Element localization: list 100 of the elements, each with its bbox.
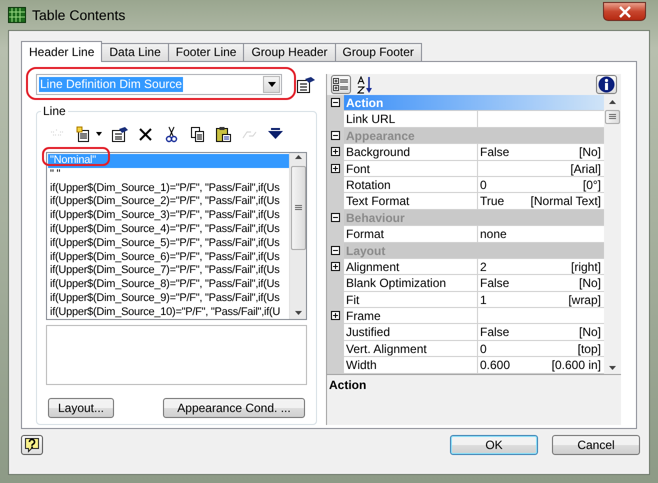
property-name: Text Format [346, 194, 410, 208]
tab[interactable]: Header Line [21, 41, 102, 62]
list-item[interactable]: if(Upper$(Dim_Source_7)="P/F", "Pass/Fail",if(Us [48, 264, 289, 278]
collapse-icon[interactable] [331, 246, 340, 255]
property-name: Format [346, 227, 384, 242]
scrollbar-thumb[interactable] [290, 166, 306, 250]
properties-icon[interactable] [111, 126, 128, 142]
property-display: [right] [570, 258, 601, 274]
scroll-down-icon[interactable] [608, 363, 617, 372]
property-name: Blank Optimization [346, 276, 446, 290]
property-row[interactable]: Justified False [No] [327, 324, 604, 341]
property-value[interactable]: False [480, 275, 510, 291]
annotation-outline [42, 147, 110, 166]
group-label: Line [41, 104, 68, 118]
tab[interactable]: Data Line [101, 43, 169, 61]
property-value[interactable]: 0 [480, 176, 487, 192]
list-item[interactable]: if(Upper$(Dim_Source_4)="P/F", "Pass/Fail",if(Us [48, 222, 289, 237]
property-row[interactable]: Alignment 2 [right] [327, 258, 604, 276]
dropdown-value: Line Definition Dim Source [39, 77, 184, 92]
paste-icon[interactable] [215, 126, 232, 142]
category-label: Appearance [346, 128, 415, 143]
cut-icon[interactable] [163, 126, 180, 142]
property-name: Fit [346, 292, 360, 307]
property-value[interactable]: False [480, 144, 510, 160]
collapse-icon[interactable] [331, 98, 340, 108]
tab[interactable]: Footer Line [168, 43, 244, 61]
expand-icon[interactable] [331, 262, 340, 272]
property-row[interactable]: Rotation 0 [0°] [327, 176, 604, 194]
copy-icon[interactable] [189, 126, 206, 142]
category-label: Behaviour [346, 210, 405, 225]
property-row[interactable]: Frame [327, 308, 604, 324]
list-item[interactable]: if(Upper$(Dim_Source_6)="P/F", "Pass/Fail",if(Us [48, 250, 289, 264]
property-value[interactable]: 1 [480, 292, 487, 308]
layout-button[interactable]: Layout... [48, 398, 114, 418]
window-title: Table Contents [32, 6, 126, 24]
appearance-condition-button[interactable]: Appearance Cond. ... [163, 398, 305, 418]
line-text-field[interactable] [46, 325, 307, 385]
property-name: Alignment [346, 260, 400, 274]
list-item[interactable]: if(Upper$(Dim_Source_3)="P/F", "Pass/Fail",if(Us [48, 209, 289, 223]
property-display: [0.600 in] [552, 357, 601, 373]
dropdown-caret-icon[interactable] [96, 132, 102, 136]
properties-icon[interactable] [296, 76, 316, 94]
expand-icon[interactable] [331, 311, 340, 320]
property-row[interactable]: Font [Arial] [327, 160, 604, 177]
help-button[interactable] [21, 435, 43, 455]
property-name: Frame [346, 309, 381, 324]
scroll-up-icon[interactable] [294, 153, 302, 162]
property-value[interactable]: 2 [480, 258, 487, 274]
list-item[interactable]: if(Upper$(Dim_Source_2)="P/F", "Pass/Fail",if(Us [48, 195, 289, 210]
list-item[interactable]: " " [48, 168, 289, 182]
expand-icon[interactable] [331, 147, 340, 156]
expand-icon[interactable] [331, 164, 340, 173]
list-item[interactable]: if(Upper$(Dim_Source_10)="P/F", "Pass/Fail",if(U [48, 306, 289, 319]
property-display: [wrap] [568, 292, 601, 308]
property-display: [No] [578, 275, 601, 291]
scroll-up-icon[interactable] [608, 98, 617, 107]
tab[interactable]: Group Footer [334, 43, 422, 61]
property-value[interactable]: False [480, 324, 510, 340]
delete-icon[interactable] [137, 126, 154, 142]
property-row[interactable]: Background False [No] [327, 144, 604, 161]
property-name: Background [346, 145, 410, 160]
property-name: Width [346, 358, 377, 372]
property-name: Justified [346, 325, 390, 340]
property-display: [No] [578, 324, 601, 340]
list-item[interactable]: if(Upper$(Dim_Source_1)="P/F", "Pass/Fail",if(Us [48, 182, 289, 196]
property-value[interactable]: none [480, 226, 507, 242]
property-value[interactable]: True [480, 193, 504, 209]
info-button[interactable] [596, 75, 617, 94]
property-row[interactable]: Blank Optimization False [No] [327, 275, 604, 292]
close-button[interactable] [603, 2, 646, 21]
property-display: [Normal Text] [530, 193, 601, 209]
property-display: [No] [578, 144, 601, 160]
list-item[interactable]: if(Upper$(Dim_Source_5)="P/F", "Pass/Fail",if(Us [48, 236, 289, 251]
category-label: Action [346, 96, 384, 110]
cancel-button[interactable]: Cancel [552, 435, 640, 455]
sort-alphabetical-icon[interactable] [357, 76, 373, 94]
property-display: [Arial] [570, 160, 601, 176]
collapse-icon[interactable] [331, 212, 340, 222]
property-row[interactable]: Fit 1 [wrap] [327, 292, 604, 308]
property-display: [0°] [582, 176, 601, 192]
property-name: Rotation [346, 178, 391, 192]
dropdown-caret-icon [268, 82, 276, 87]
categorized-button[interactable] [331, 75, 351, 94]
description-title: Action [329, 378, 366, 392]
list-item[interactable]: if(Upper$(Dim_Source_9)="P/F", "Pass/Fail",if(Us [48, 292, 289, 306]
property-row[interactable]: Width 0.600 [0.600 in] [327, 357, 604, 374]
category-label: Layout [346, 244, 386, 258]
scroll-down-icon[interactable] [294, 308, 302, 317]
app-icon [8, 7, 26, 23]
collapse-icon[interactable] [331, 130, 340, 140]
property-name: Font [346, 162, 370, 176]
scrollbar-thumb[interactable] [605, 110, 620, 124]
ok-button[interactable]: OK [450, 435, 538, 455]
property-name: Vert. Alignment [346, 342, 427, 356]
property-value[interactable]: 0 [480, 340, 487, 356]
tab[interactable]: Group Header [243, 43, 336, 61]
list-item[interactable]: if(Upper$(Dim_Source_8)="P/F", "Pass/Fail",if(Us [48, 278, 289, 292]
property-value[interactable]: 0.600 [480, 357, 510, 373]
line-list[interactable] [46, 152, 307, 320]
property-row[interactable]: Vert. Alignment 0 [top] [327, 340, 604, 358]
